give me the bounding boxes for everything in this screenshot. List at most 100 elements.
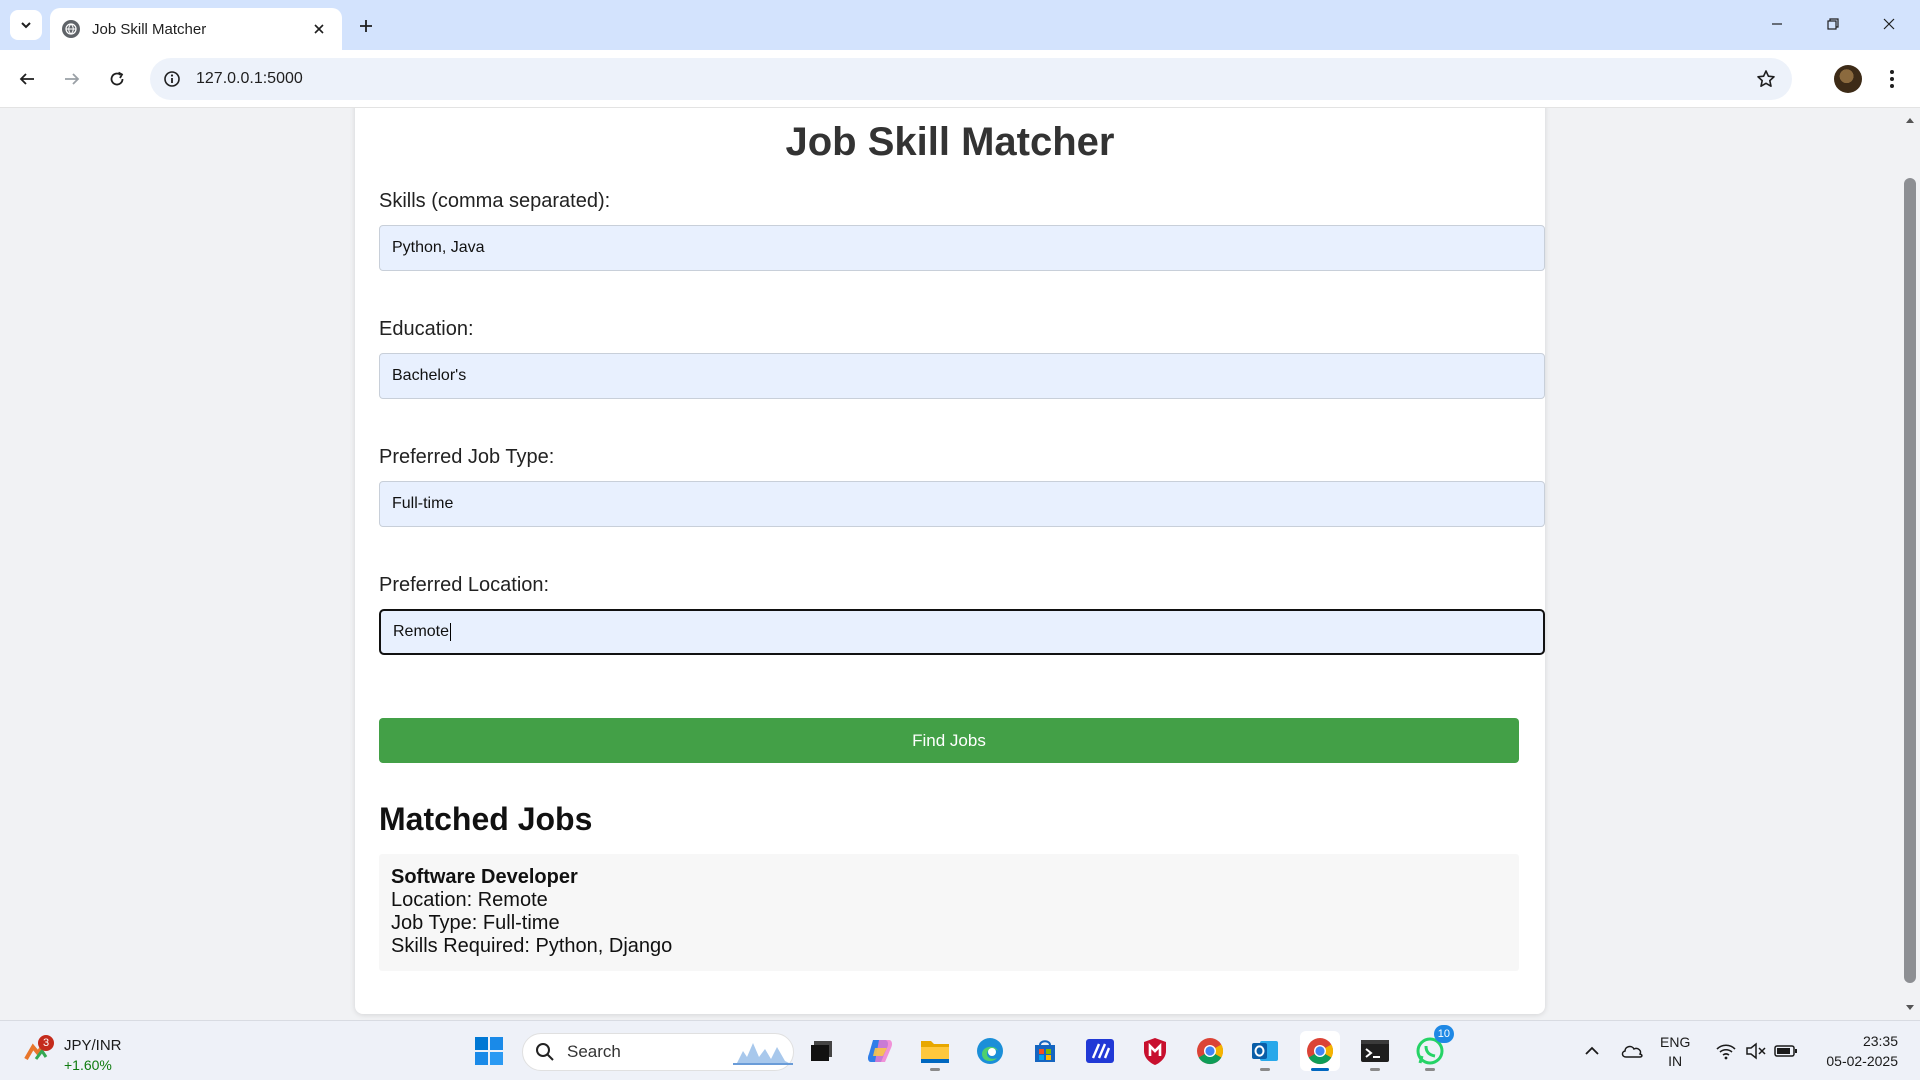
whatsapp-badge: 10 [1433,1025,1454,1043]
cloud-icon [1621,1045,1643,1058]
edge-button[interactable] [970,1031,1010,1071]
edge-icon [977,1038,1003,1064]
show-hidden-icons-button[interactable] [1580,1039,1604,1063]
store-button[interactable] [1025,1031,1065,1071]
browser-tab[interactable]: Job Skill Matcher [50,8,342,50]
running-indicator [1370,1068,1380,1071]
system-clock[interactable]: 23:35 05-02-2025 [1812,1031,1898,1071]
page-title: Job Skill Matcher [785,120,1115,164]
copilot-button[interactable] [860,1031,900,1071]
text-caret [450,623,452,641]
arrow-right-icon [65,73,80,85]
job-type-label: Preferred Job Type: [379,446,555,468]
job-result-card: Software Developer Location: Remote Job … [379,854,1519,971]
job-type-input[interactable]: Full-time [379,481,1545,527]
find-jobs-button[interactable]: Find Jobs [379,718,1519,763]
start-button[interactable] [469,1031,509,1071]
volume-status[interactable] [1744,1039,1768,1063]
job-title: Software Developer [391,866,578,888]
restore-icon [1827,18,1839,30]
mcafee-button[interactable] [1135,1031,1175,1071]
matched-jobs-heading: Matched Jobs [379,801,593,837]
job-type: Job Type: Full-time [391,912,560,934]
battery-status[interactable] [1774,1039,1798,1063]
clock-date: 05-02-2025 [1826,1053,1898,1069]
browser-menu-button[interactable] [1876,63,1908,95]
tab-search-button[interactable] [10,10,42,40]
bookmark-star-icon[interactable] [1748,61,1784,97]
search-icon [536,1043,554,1061]
running-indicator [1260,1068,1270,1071]
editor-app-icon [1086,1039,1114,1063]
taskbar-search[interactable]: Search [522,1033,794,1071]
active-indicator [1311,1068,1329,1071]
search-placeholder: Search [567,1042,621,1061]
scroll-up-arrow-icon[interactable] [1900,112,1920,128]
browser-tab-strip: Job Skill Matcher [0,0,1920,50]
battery-icon [1774,1045,1797,1057]
browser-toolbar: 127.0.0.1:5000 [0,50,1920,108]
file-explorer-button[interactable] [915,1031,955,1071]
search-highlight-icon [733,1043,793,1065]
job-location: Location: Remote [391,889,548,911]
outlook-button[interactable] [1245,1031,1285,1071]
volume-muted-icon [1746,1042,1766,1060]
profile-avatar[interactable] [1834,65,1862,93]
skills-label: Skills (comma separated): [379,190,611,212]
chevron-down-icon [21,22,31,29]
store-icon [1035,1040,1055,1062]
chrome-button[interactable] [1190,1031,1230,1071]
weather-widget[interactable]: 3 JPY/INR +1.60% [20,1029,140,1073]
tab-title: Job Skill Matcher [92,20,207,38]
restore-button[interactable] [1810,8,1856,40]
scrollbar-thumb[interactable] [1904,178,1916,983]
location-input-value: Remote [393,623,450,640]
scroll-down-arrow-icon[interactable] [1900,1000,1920,1016]
onedrive-button[interactable] [1620,1039,1644,1063]
chrome-icon [1197,1038,1224,1065]
input-language-indicator[interactable]: ENG IN [1660,1033,1690,1071]
skills-input[interactable]: Python, Java [379,225,1545,271]
language-code: ENG [1660,1034,1691,1050]
new-tab-button[interactable] [350,12,382,40]
windows-taskbar: 3 JPY/INR +1.60% Search 10 ENG IN 23:35 … [0,1020,1920,1080]
education-label: Education: [379,318,474,340]
chevron-up-icon [1585,1046,1599,1055]
education-input[interactable]: Bachelor's [379,353,1545,399]
job-matcher-form-card: Job Skill Matcher Skills (comma separate… [355,108,1545,1014]
chrome-icon [1307,1038,1334,1065]
more-vertical-icon [1890,70,1894,88]
page-scrollbar[interactable] [1900,108,1920,1020]
location-input[interactable]: Remote [379,609,1545,655]
windows-logo-icon [475,1037,503,1065]
wifi-icon [1716,1044,1736,1060]
site-info-icon[interactable] [154,61,190,97]
location-label: Preferred Location: [379,574,550,596]
vscode-like-button[interactable] [1080,1031,1120,1071]
arrow-left-icon [19,73,34,85]
task-view-icon [811,1041,832,1061]
running-indicator [930,1068,940,1071]
folder-icon [921,1041,949,1063]
minimize-button[interactable] [1754,8,1800,40]
forward-button[interactable] [56,63,88,95]
page-viewport: Job Skill Matcher Skills (comma separate… [0,108,1920,1020]
url-text[interactable]: 127.0.0.1:5000 [196,70,1748,88]
reload-button[interactable] [101,63,133,95]
back-button[interactable] [11,63,43,95]
wifi-status[interactable] [1714,1039,1738,1063]
whatsapp-button[interactable]: 10 [1410,1025,1454,1071]
chrome-active-button[interactable] [1300,1031,1340,1071]
minimize-icon [1772,23,1782,25]
address-bar[interactable]: 127.0.0.1:5000 [150,58,1792,100]
tab-close-icon[interactable] [308,18,330,40]
copilot-icon [867,1040,893,1062]
close-window-button[interactable] [1866,8,1912,40]
globe-icon [62,20,80,38]
currency-pair: JPY/INR [64,1037,122,1054]
currency-change: +1.60% [64,1057,112,1073]
clock-time: 23:35 [1862,1033,1898,1049]
task-view-button[interactable] [802,1031,842,1071]
terminal-button[interactable] [1355,1031,1395,1071]
outlook-icon [1252,1041,1278,1061]
